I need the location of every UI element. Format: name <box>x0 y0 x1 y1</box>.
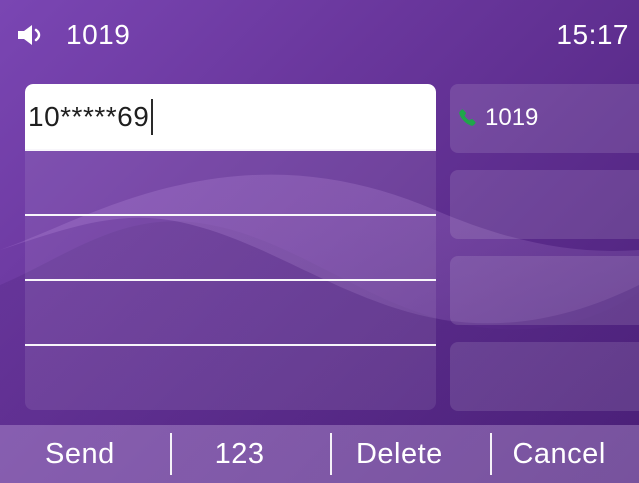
line-key-1[interactable]: 1019 <box>450 84 639 153</box>
phone-handset-icon <box>459 109 476 126</box>
clock-time: 15:17 <box>556 19 629 50</box>
dial-list-row-2 <box>25 214 436 279</box>
line-key-2[interactable] <box>450 170 639 239</box>
send-softkey[interactable]: Send <box>0 425 160 483</box>
softkey-divider <box>330 433 332 475</box>
text-cursor <box>151 98 154 135</box>
dial-panel: 10*****69 <box>25 84 436 410</box>
dial-list-row-3 <box>25 279 436 344</box>
dial-list-row-4 <box>25 344 436 409</box>
softkey-bar: Send 123 Delete Cancel <box>0 425 639 483</box>
dial-number-input[interactable]: 10*****69 <box>25 84 436 149</box>
dial-list-row-1 <box>25 149 436 214</box>
softkey-divider <box>490 433 492 475</box>
speaker-icon <box>18 25 41 45</box>
dial-number-value: 10*****69 <box>28 100 150 132</box>
phone-screen: 1019 15:17 10*****69 1019 Send 123 Delet… <box>0 0 639 483</box>
line-key-3[interactable] <box>450 256 639 325</box>
numeric-mode-softkey[interactable]: 123 <box>160 425 320 483</box>
line-key-label: 1019 <box>485 104 539 131</box>
delete-softkey[interactable]: Delete <box>320 425 480 483</box>
account-number: 1019 <box>66 19 131 50</box>
cancel-softkey[interactable]: Cancel <box>479 425 639 483</box>
line-key-4[interactable] <box>450 342 639 411</box>
status-bar: 1019 15:17 <box>0 0 639 70</box>
softkey-divider <box>170 433 172 475</box>
